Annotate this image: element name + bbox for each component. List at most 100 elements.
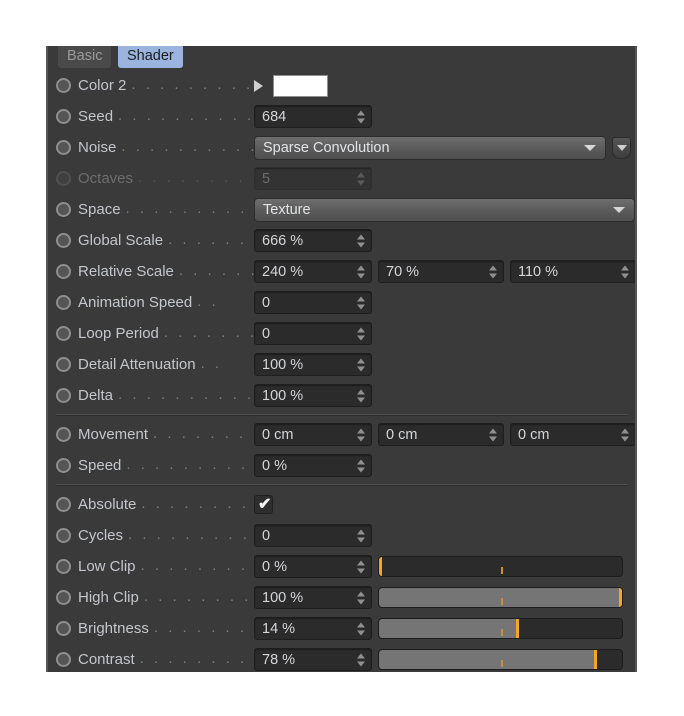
field-brightness[interactable]: 14 % (254, 617, 372, 640)
field-seed[interactable]: 684 (254, 105, 372, 128)
slider-knob[interactable] (593, 650, 597, 669)
label-high-clip-text: High Clip (78, 589, 139, 606)
slider-contrast[interactable] (378, 649, 623, 670)
animate-toggle-noise[interactable] (56, 140, 71, 155)
label-relative-scale: Relative Scale. . . . . . (78, 263, 254, 280)
animate-toggle-contrast[interactable] (56, 652, 71, 667)
field-high-clip-value: 100 % (262, 589, 304, 606)
label-brightness: Brightness. . . . . . . . (78, 620, 254, 637)
spinner-arrows[interactable] (489, 428, 497, 441)
slider-high-clip[interactable] (378, 587, 623, 608)
animate-toggle-delta[interactable] (56, 388, 71, 403)
field-low-clip[interactable]: 0 % (254, 555, 372, 578)
disclosure-triangle-icon[interactable] (254, 79, 263, 92)
spinner-arrows[interactable] (357, 529, 365, 542)
spinner-arrows[interactable] (357, 358, 365, 371)
field-delta[interactable]: 100 % (254, 384, 372, 407)
spinner-arrows[interactable] (357, 428, 365, 441)
spinner-arrows[interactable] (357, 234, 365, 247)
tab-basic[interactable]: Basic (58, 46, 112, 68)
animate-toggle-high-clip[interactable] (56, 590, 71, 605)
label-loop-period-text: Loop Period (78, 325, 159, 342)
spinner-arrows[interactable] (357, 622, 365, 635)
slider-low-clip[interactable] (378, 556, 623, 577)
field-movement-x-value: 0 cm (262, 426, 294, 443)
slider-mid-tick (500, 567, 503, 574)
spinner-arrows[interactable] (357, 327, 365, 340)
animate-toggle-loop-period[interactable] (56, 326, 71, 341)
spinner-arrows[interactable] (357, 296, 365, 309)
animate-toggle-seed[interactable] (56, 109, 71, 124)
spinner-arrows[interactable] (489, 265, 497, 278)
dot-leader: . . . . . . . . . (153, 426, 254, 442)
animate-toggle-cycles[interactable] (56, 528, 71, 543)
checkbox-absolute[interactable]: ✔ (254, 495, 273, 514)
animate-toggle-color-2[interactable] (56, 78, 71, 93)
field-speed[interactable]: 0 % (254, 454, 372, 477)
spinner-arrows[interactable] (621, 428, 629, 441)
slider-knob[interactable] (379, 557, 382, 576)
spinner-arrows[interactable] (357, 560, 365, 573)
noise-preset-button[interactable] (612, 136, 631, 159)
row-absolute: Absolute. . . . . . . . . .✔ (48, 489, 635, 520)
color-swatch-color-2[interactable] (273, 74, 328, 97)
animate-toggle-movement[interactable] (56, 427, 71, 442)
field-relative-scale-y[interactable]: 70 % (378, 260, 504, 283)
dot-leader: . . (197, 294, 219, 310)
label-speed-text: Speed (78, 457, 122, 474)
spinner-arrows[interactable] (621, 265, 629, 278)
dropdown-noise[interactable]: Sparse Convolution (254, 135, 606, 160)
label-contrast: Contrast. . . . . . . . . . (78, 651, 254, 668)
spinner-arrows[interactable] (357, 389, 365, 402)
slider-knob[interactable] (516, 619, 519, 638)
row-contrast: Contrast. . . . . . . . . . 78 % (48, 644, 635, 672)
animate-toggle-low-clip[interactable] (56, 559, 71, 574)
field-animation-speed-value: 0 (262, 294, 271, 311)
field-global-scale[interactable]: 666 % (254, 229, 372, 252)
label-space-text: Space (78, 201, 121, 218)
field-animation-speed[interactable]: 0 (254, 291, 372, 314)
chevron-down-icon (584, 144, 596, 151)
animate-toggle-space[interactable] (56, 202, 71, 217)
field-octaves-value: 5 (262, 170, 271, 187)
spinner-arrows[interactable] (357, 459, 365, 472)
field-movement-y-value: 0 cm (386, 426, 418, 443)
spinner-arrows[interactable] (357, 591, 365, 604)
field-high-clip[interactable]: 100 % (254, 586, 372, 609)
dot-leader: . . . . . . . . . (143, 589, 254, 605)
field-loop-period[interactable]: 0 (254, 322, 372, 345)
field-relative-scale-x[interactable]: 240 % (254, 260, 372, 283)
field-movement-y[interactable]: 0 cm (378, 423, 504, 446)
field-detail-attenuation[interactable]: 100 % (254, 353, 372, 376)
animate-toggle-animation-speed[interactable] (56, 295, 71, 310)
slider-knob[interactable] (619, 588, 622, 607)
slider-brightness[interactable] (378, 618, 623, 639)
animate-toggle-relative-scale[interactable] (56, 264, 71, 279)
spinner-arrows[interactable] (357, 265, 365, 278)
animate-toggle-global-scale[interactable] (56, 233, 71, 248)
field-movement-x[interactable]: 0 cm (254, 423, 372, 446)
tab-shader[interactable]: Shader (118, 46, 183, 68)
field-contrast[interactable]: 78 % (254, 648, 372, 671)
label-detail-attenuation: Detail Attenuation. . (78, 356, 254, 373)
dot-leader: . . . . . . . . . . . . (128, 527, 254, 543)
dropdown-space[interactable]: Texture (254, 197, 635, 222)
label-noise-text: Noise (78, 139, 117, 156)
animate-toggle-brightness[interactable] (56, 621, 71, 636)
label-seed-text: Seed (78, 108, 114, 125)
field-cycles[interactable]: 0 (254, 524, 372, 547)
field-movement-z[interactable]: 0 cm (510, 423, 635, 446)
animate-toggle-detail-attenuation[interactable] (56, 357, 71, 372)
field-contrast-value: 78 % (262, 651, 296, 668)
field-relative-scale-z[interactable]: 110 % (510, 260, 635, 283)
row-seed: Seed. . . . . . . . . . . . 684 (48, 101, 635, 132)
spinner-arrows[interactable] (357, 653, 365, 666)
shader-attributes-panel: Basic Shader Color 2. . . . . . . . . See… (46, 46, 637, 672)
label-color-2: Color 2. . . . . . . . . (78, 77, 254, 94)
row-low-clip: Low Clip. . . . . . . . . . 0 % (48, 551, 635, 582)
animate-toggle-speed[interactable] (56, 458, 71, 473)
spinner-arrows (357, 172, 365, 185)
animate-toggle-absolute[interactable] (56, 497, 71, 512)
spinner-arrows[interactable] (357, 110, 365, 123)
dot-leader: . . . . . . . . . . (140, 558, 254, 574)
